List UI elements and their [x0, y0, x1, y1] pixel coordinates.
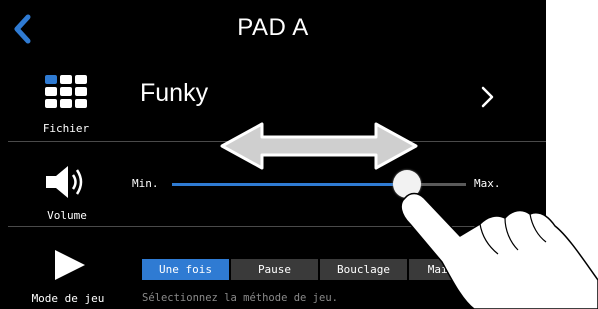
- file-caption: Fichier: [42, 122, 90, 135]
- play-mode-option-pause[interactable]: Pause: [231, 259, 318, 280]
- play-mode-option-loop[interactable]: Bouclage: [320, 259, 407, 280]
- play-mode-option-once[interactable]: Une fois: [142, 259, 229, 280]
- speaker-icon: [46, 166, 83, 198]
- divider: [8, 226, 546, 227]
- page-title: PAD A: [237, 14, 309, 41]
- volume-max-label: Max.: [474, 177, 501, 190]
- volume-caption: Volume: [47, 209, 87, 222]
- grid-icon: [45, 75, 87, 108]
- divider: [8, 141, 546, 142]
- file-row[interactable]: Fichier: [0, 58, 546, 140]
- volume-min-label: Min.: [132, 177, 159, 190]
- volume-slider-thumb[interactable]: [393, 170, 422, 198]
- volume-slider[interactable]: [172, 170, 466, 198]
- play-icon: [55, 250, 85, 280]
- chevron-right-icon[interactable]: [478, 84, 498, 110]
- volume-slider-fill: [172, 183, 408, 186]
- play-mode-hint: Sélectionnez la méthode de jeu.: [142, 292, 338, 304]
- play-mode-caption: Mode de jeu: [31, 292, 105, 305]
- pad-screen: PAD A Fichier Funky Volume Min. Max. Mod…: [0, 0, 546, 309]
- play-mode-option-main[interactable]: Main: [409, 259, 473, 280]
- header: PAD A: [0, 0, 546, 58]
- file-name: Funky: [140, 79, 209, 107]
- play-mode-selector: Une fois Pause Bouclage Main: [142, 259, 475, 280]
